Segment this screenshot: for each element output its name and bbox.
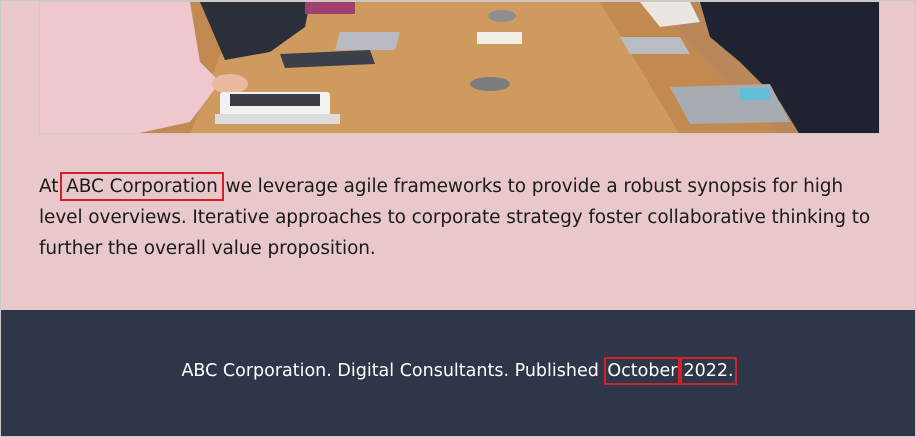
company-name-highlight: ABC Corporation [60, 172, 224, 201]
published-year-highlight: 2022. [680, 357, 737, 385]
intro-prefix: At [39, 176, 65, 197]
page: At ABC Corporation we leverage agile fra… [0, 0, 916, 437]
published-month-highlight: October [604, 357, 681, 385]
intro-paragraph: At ABC Corporation we leverage agile fra… [39, 171, 889, 264]
main-content: At ABC Corporation we leverage agile fra… [1, 1, 915, 310]
meeting-photo-illustration [40, 2, 879, 133]
footer-prefix: ABC Corporation. Digital Consultants. Pu… [181, 361, 605, 381]
footer-text: ABC Corporation. Digital Consultants. Pu… [1, 357, 915, 385]
hero-image [39, 1, 880, 134]
